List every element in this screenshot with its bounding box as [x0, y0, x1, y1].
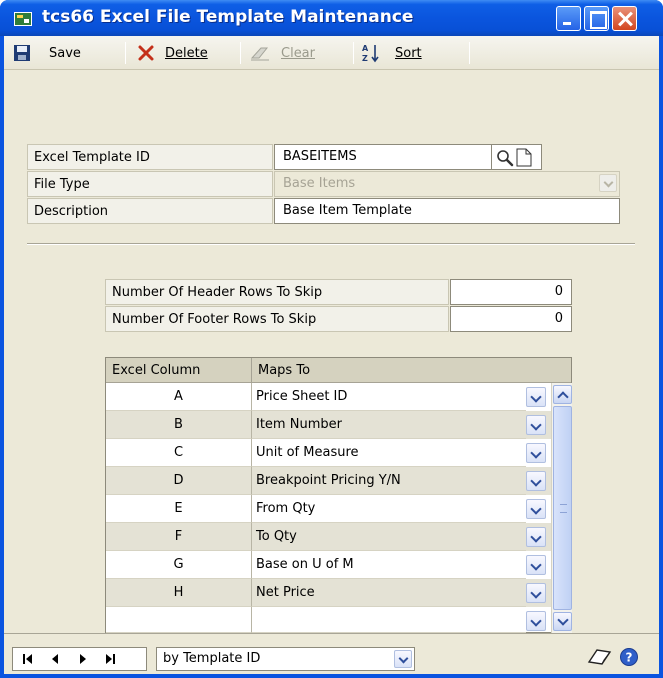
maps-to-cell[interactable]: Breakpoint Pricing Y/N [252, 467, 526, 495]
sort-label: Sort [395, 45, 422, 61]
window-title: tcs66 Excel File Template Maintenance [42, 7, 414, 27]
excel-column-cell: F [106, 523, 252, 551]
delete-button[interactable]: Delete [137, 42, 208, 64]
toolbar: Save Delete Clear A Z Sort [4, 36, 659, 70]
chevron-down-icon[interactable] [526, 443, 546, 463]
grid-header-excel-column: Excel Column [106, 358, 252, 383]
maps-to-cell[interactable]: From Qty [252, 495, 526, 523]
header-rows-label: Number Of Header Rows To Skip [105, 279, 449, 305]
save-button[interactable]: Save [13, 42, 81, 64]
chevron-down-icon[interactable] [526, 583, 546, 603]
close-button[interactable] [612, 6, 637, 31]
file-type-dropdown-icon [599, 174, 617, 192]
first-record-icon[interactable] [21, 652, 35, 666]
previous-record-icon[interactable] [49, 652, 61, 666]
grid-scrollbar[interactable] [551, 383, 572, 633]
excel-column-cell[interactable] [106, 607, 252, 633]
description-field[interactable]: Base Item Template [274, 198, 620, 224]
sort-by-dropdown-icon [394, 650, 412, 668]
note-icon[interactable] [587, 646, 613, 668]
maps-to-cell[interactable]: Item Number [252, 411, 526, 439]
new-note-icon[interactable] [516, 148, 532, 167]
maps-to-cell[interactable]: Base on U of M [252, 551, 526, 579]
next-record-icon[interactable] [77, 652, 89, 666]
form-panel: Excel Template ID BASEITEMS File Type Ba… [4, 71, 659, 633]
sort-icon: A Z [362, 44, 379, 63]
table-row[interactable]: B Item Number [106, 411, 551, 439]
table-row[interactable]: D Breakpoint Pricing Y/N [106, 467, 551, 495]
maximize-button[interactable] [584, 6, 609, 31]
table-row[interactable]: H Net Price [106, 579, 551, 607]
table-row[interactable]: F To Qty [106, 523, 551, 551]
scroll-up-icon[interactable] [553, 385, 572, 404]
clear-label: Clear [281, 45, 315, 61]
sort-by-value: by Template ID [163, 651, 261, 666]
file-type-select[interactable]: Base Items [274, 171, 620, 197]
lookup-icon[interactable] [496, 149, 514, 167]
file-type-value: Base Items [283, 176, 356, 191]
excel-column-cell: C [106, 439, 252, 467]
table-row[interactable] [106, 607, 551, 633]
app-icon [14, 12, 32, 26]
chevron-down-icon[interactable] [526, 611, 546, 631]
record-navigator [12, 647, 147, 671]
maps-to-cell[interactable]: Price Sheet ID [252, 383, 526, 411]
template-id-buttons [492, 144, 542, 170]
toolbar-separator [469, 42, 470, 64]
table-row[interactable]: C Unit of Measure [106, 439, 551, 467]
svg-text:A: A [362, 44, 369, 53]
toolbar-separator [353, 42, 354, 64]
scroll-down-icon[interactable] [553, 612, 572, 631]
save-icon [14, 45, 30, 61]
divider [27, 243, 635, 245]
excel-column-cell: B [106, 411, 252, 439]
chevron-down-icon[interactable] [526, 527, 546, 547]
chevron-down-icon[interactable] [526, 415, 546, 435]
chevron-down-icon[interactable] [526, 471, 546, 491]
maps-to-cell[interactable]: To Qty [252, 523, 526, 551]
delete-label: Delete [165, 45, 208, 61]
chevron-down-icon[interactable] [526, 499, 546, 519]
column-mapping-grid: Excel Column Maps To A Price Sheet ID B … [105, 357, 572, 633]
table-row[interactable]: E From Qty [106, 495, 551, 523]
excel-column-cell: G [106, 551, 252, 579]
grid-header-maps-to: Maps To [252, 358, 571, 383]
toolbar-separator [125, 42, 126, 64]
title-bar[interactable]: tcs66 Excel File Template Maintenance [0, 0, 663, 36]
chevron-down-icon[interactable] [526, 555, 546, 575]
clear-button[interactable]: Clear [249, 42, 315, 64]
table-row[interactable]: G Base on U of M [106, 551, 551, 579]
table-row[interactable]: A Price Sheet ID [106, 383, 551, 411]
delete-icon [138, 45, 154, 61]
svg-text:Z: Z [362, 54, 368, 63]
description-label: Description [27, 198, 273, 224]
chevron-down-icon[interactable] [526, 387, 546, 407]
template-id-field[interactable]: BASEITEMS [274, 144, 492, 170]
help-icon[interactable]: ? [619, 647, 639, 667]
footer-rows-label: Number Of Footer Rows To Skip [105, 306, 449, 332]
app-window: tcs66 Excel File Template Maintenance Sa… [0, 0, 663, 678]
maps-to-cell[interactable] [252, 607, 526, 633]
excel-column-cell: D [106, 467, 252, 495]
save-label: Save [49, 45, 81, 61]
last-record-icon[interactable] [103, 652, 117, 666]
file-type-label: File Type [27, 171, 273, 197]
scroll-thumb[interactable] [553, 406, 572, 610]
excel-column-cell: A [106, 383, 252, 411]
toolbar-separator [240, 42, 241, 64]
window-client: Save Delete Clear A Z Sort Excel Templat… [4, 36, 659, 674]
bottom-bar: by Template ID ? [4, 633, 659, 674]
footer-rows-field[interactable]: 0 [450, 306, 572, 332]
sort-button[interactable]: A Z Sort [361, 42, 422, 64]
svg-text:?: ? [626, 651, 633, 665]
maps-to-cell[interactable]: Net Price [252, 579, 526, 607]
excel-column-cell: E [106, 495, 252, 523]
minimize-button[interactable] [556, 6, 581, 31]
excel-column-cell: H [106, 579, 252, 607]
maps-to-cell[interactable]: Unit of Measure [252, 439, 526, 467]
clear-icon [250, 47, 269, 61]
template-id-label: Excel Template ID [27, 144, 273, 170]
sort-by-select[interactable]: by Template ID [156, 647, 415, 671]
header-rows-field[interactable]: 0 [450, 279, 572, 305]
